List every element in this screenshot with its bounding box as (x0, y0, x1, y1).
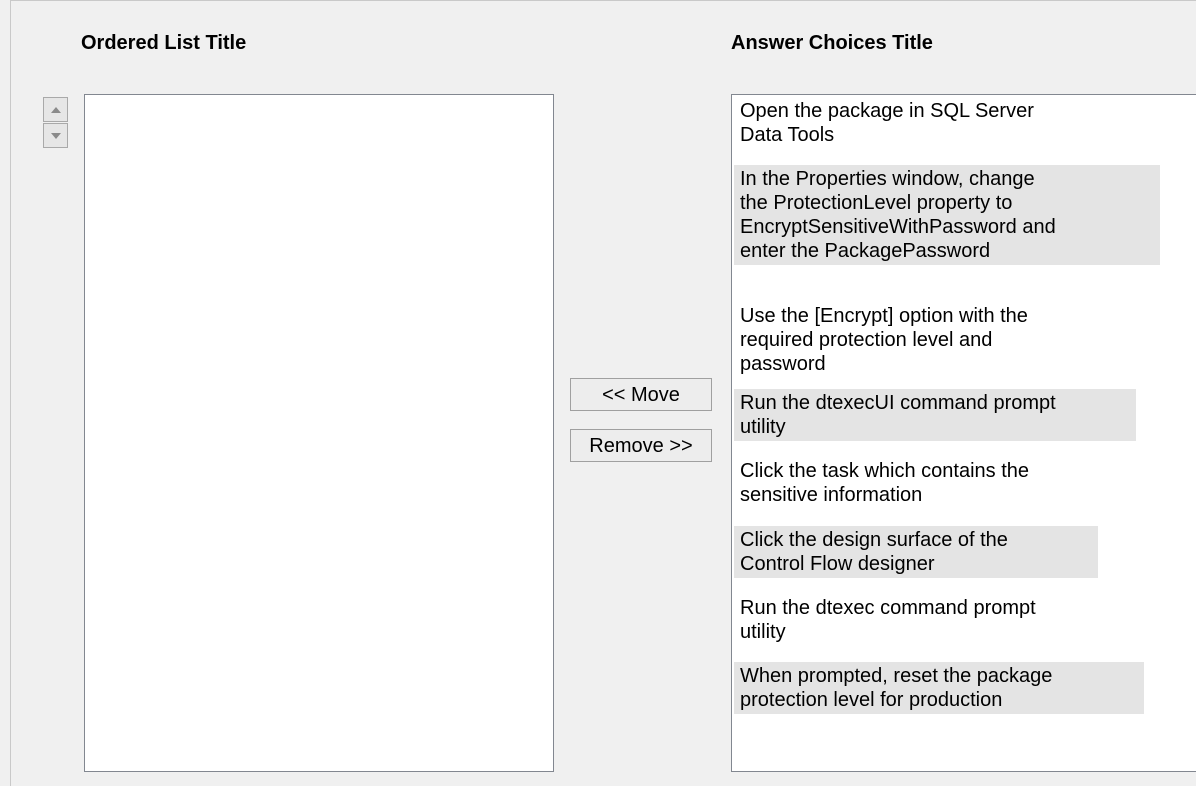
answer-choice-item[interactable]: Click the design surface of the Control … (734, 526, 1098, 578)
answer-choice-item[interactable]: Run the dtexecUI command prompt utility (734, 389, 1136, 441)
answer-choice-item[interactable]: In the Properties window, change the Pro… (734, 165, 1160, 265)
answer-choice-item[interactable]: When prompted, reset the package protect… (734, 662, 1144, 714)
triangle-down-icon (51, 133, 61, 139)
choice-text-line: In the Properties window, change (740, 168, 1035, 190)
answer-choice-item[interactable]: Open the package in SQL Server Data Tool… (734, 97, 1114, 149)
choice-text-line: the ProtectionLevel property to (740, 192, 1013, 214)
move-down-button[interactable] (43, 123, 68, 148)
choice-text-line: enter the PackagePassword (740, 240, 991, 262)
choice-text-line: Click the design surface of the (740, 529, 1008, 551)
choice-text-line: Run the dtexec command prompt (740, 597, 1036, 619)
choice-text-line: Data Tools (740, 124, 835, 146)
choice-text-line: sensitive information (740, 484, 923, 506)
remove-button[interactable]: Remove >> (570, 429, 712, 462)
triangle-up-icon (51, 107, 61, 113)
move-button[interactable]: << Move (570, 378, 712, 411)
choice-text-line: utility (740, 416, 786, 438)
choice-text-line: Run the dtexecUI command prompt (740, 392, 1056, 414)
choice-text-line: utility (740, 621, 786, 643)
answer-choice-item[interactable]: Use the [Encrypt] option with the requir… (734, 302, 1114, 378)
choice-text-line: Use the [Encrypt] option with the (740, 305, 1028, 327)
move-up-button[interactable] (43, 97, 68, 122)
ordered-list-box[interactable] (84, 94, 554, 772)
ordering-question-panel: Ordered List Title Answer Choices Title … (10, 0, 1196, 786)
choice-text-line: EncryptSensitiveWithPassword and (740, 216, 1056, 238)
choice-text-line: Control Flow designer (740, 553, 935, 575)
choice-text-line: Open the package in SQL Server (740, 100, 1034, 122)
answer-choice-item[interactable]: Run the dtexec command prompt utility (734, 594, 1114, 646)
answer-choice-item[interactable]: Click the task which contains the sensit… (734, 457, 1114, 509)
choice-text-line: required protection level and (740, 329, 993, 351)
answer-choices-box[interactable]: Open the package in SQL Server Data Tool… (731, 94, 1196, 772)
choice-text-line: Click the task which contains the (740, 460, 1030, 482)
ordered-list-title: Ordered List Title (81, 32, 247, 54)
choice-text-line: When prompted, reset the package (740, 665, 1053, 687)
choice-text-line: protection level for production (740, 689, 1003, 711)
answer-choices-title: Answer Choices Title (731, 32, 933, 54)
choice-text-line: password (740, 353, 826, 375)
